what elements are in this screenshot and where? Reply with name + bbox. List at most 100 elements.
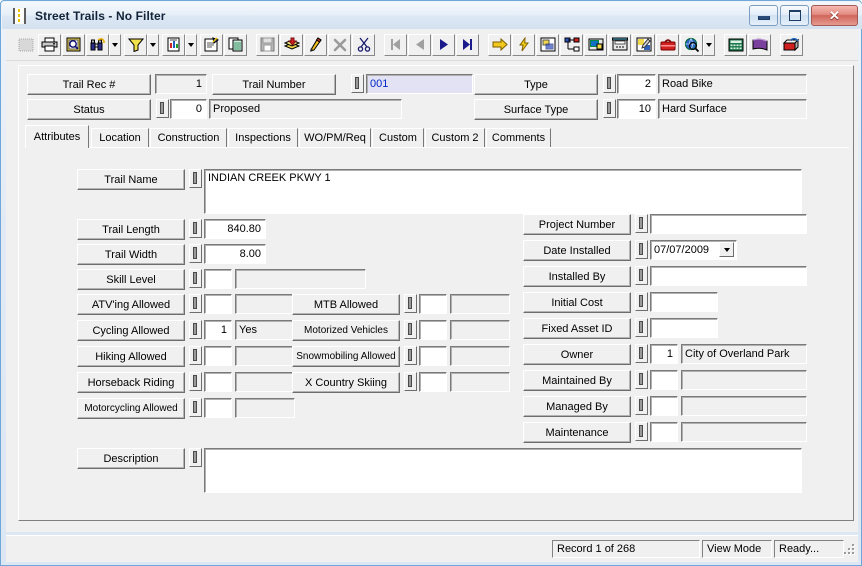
screen-button[interactable]: [584, 33, 607, 56]
tab-inspections[interactable]: Inspections: [228, 128, 298, 147]
maintained-by-lookup-button[interactable]: [635, 370, 648, 389]
date-installed-dropdown-button[interactable]: [719, 242, 734, 257]
motorcycling-allowed-label-button[interactable]: Motorcycling Allowed: [77, 398, 185, 419]
trail-rec-label-button[interactable]: Trail Rec #: [27, 74, 151, 95]
find-button[interactable]: [86, 33, 109, 56]
snowmobiling-allowed-label-button[interactable]: Snowmobiling Allowed: [292, 346, 400, 367]
description-label-button[interactable]: Description: [77, 448, 185, 469]
maintenance-lookup-button[interactable]: [635, 422, 648, 441]
cut-button[interactable]: [352, 33, 375, 56]
description-input[interactable]: [204, 448, 802, 493]
type-code-input[interactable]: 2: [617, 74, 656, 94]
web-search-dropdown-arrow[interactable]: [703, 33, 715, 56]
date-installed-label-button[interactable]: Date Installed: [523, 240, 631, 261]
tab-custom-2[interactable]: Custom 2: [425, 128, 485, 147]
fixed-asset-id-label-button[interactable]: Fixed Asset ID: [523, 318, 631, 339]
properties-button[interactable]: [200, 33, 223, 56]
first-record-button[interactable]: [384, 33, 407, 56]
filter-dropdown-arrow[interactable]: [147, 33, 159, 56]
tab-construction[interactable]: Construction: [150, 128, 227, 147]
cycling-allowed-label-button[interactable]: Cycling Allowed: [77, 320, 185, 341]
filter-button[interactable]: [124, 33, 147, 56]
map-link-button[interactable]: [536, 33, 559, 56]
hiking-allowed-label-button[interactable]: Hiking Allowed: [77, 346, 185, 367]
trail-length-label-button[interactable]: Trail Length: [77, 219, 185, 240]
x-country-skiing-label-button[interactable]: X Country Skiing: [292, 372, 400, 393]
motorized-vehicles-lookup-button[interactable]: [404, 320, 417, 339]
skill-level-lookup-button[interactable]: [189, 269, 202, 288]
hiking-allowed-code-input[interactable]: [204, 346, 232, 366]
edit-record-button[interactable]: [304, 33, 327, 56]
resize-grip[interactable]: [842, 544, 856, 558]
type-label-button[interactable]: Type: [474, 74, 598, 95]
tab-attributes[interactable]: Attributes: [25, 125, 89, 148]
date-installed-lookup-button[interactable]: [635, 240, 648, 259]
trail-name-input[interactable]: INDIAN CREEK PKWY 1: [204, 169, 802, 214]
trail-number-label-button[interactable]: Trail Number: [212, 74, 336, 95]
toolbox-button[interactable]: [656, 33, 679, 56]
save-button[interactable]: [256, 33, 279, 56]
cycling-allowed-code-input[interactable]: 1: [204, 320, 232, 340]
owner-lookup-button[interactable]: [635, 344, 648, 363]
motorized-vehicles-label-button[interactable]: Motorized Vehicles: [292, 320, 400, 341]
atving-allowed-lookup-button[interactable]: [189, 294, 202, 313]
previous-record-button[interactable]: [408, 33, 431, 56]
surface-type-label-button[interactable]: Surface Type: [474, 99, 598, 120]
hierarchy-button[interactable]: [560, 33, 583, 56]
maintained-by-label-button[interactable]: Maintained By: [523, 370, 631, 391]
x-country-skiing-code-input[interactable]: [419, 372, 447, 392]
calculator-button[interactable]: [724, 33, 747, 56]
description-lookup-button[interactable]: [189, 448, 202, 467]
status-lookup-button[interactable]: [156, 99, 169, 118]
tab-custom[interactable]: Custom: [372, 128, 424, 147]
image-button[interactable]: [632, 33, 655, 56]
managed-by-lookup-button[interactable]: [635, 396, 648, 415]
close-button[interactable]: ✕: [811, 5, 858, 26]
snowmobiling-allowed-lookup-button[interactable]: [404, 346, 417, 365]
trail-number-input[interactable]: 001: [366, 74, 473, 94]
managed-by-label-button[interactable]: Managed By: [523, 396, 631, 417]
tab-location[interactable]: Location: [91, 128, 149, 147]
x-country-skiing-lookup-button[interactable]: [404, 372, 417, 391]
copy-record-button[interactable]: [224, 33, 247, 56]
surface-type-lookup-button[interactable]: [603, 99, 616, 118]
web-search-button[interactable]: [680, 33, 703, 56]
hiking-allowed-lookup-button[interactable]: [189, 346, 202, 365]
help-book-button[interactable]: [748, 33, 771, 56]
skill-level-code-input[interactable]: [204, 269, 232, 289]
find-dropdown-arrow[interactable]: [109, 33, 121, 56]
initial-cost-label-button[interactable]: Initial Cost: [523, 292, 631, 313]
installed-by-label-button[interactable]: Installed By: [523, 266, 631, 287]
mtb-allowed-label-button[interactable]: MTB Allowed: [292, 294, 400, 315]
phone-button[interactable]: [608, 33, 631, 56]
maintenance-label-button[interactable]: Maintenance: [523, 422, 631, 443]
initial-cost-lookup-button[interactable]: [635, 292, 648, 311]
mtb-allowed-lookup-button[interactable]: [404, 294, 417, 313]
maintenance-code-input[interactable]: [650, 422, 678, 442]
project-number-input[interactable]: [650, 214, 807, 234]
minimize-button[interactable]: [749, 5, 778, 26]
installed-by-lookup-button[interactable]: [635, 266, 648, 285]
project-number-lookup-button[interactable]: [635, 214, 648, 233]
print-button[interactable]: [38, 33, 61, 56]
horseback-riding-lookup-button[interactable]: [189, 372, 202, 391]
trail-width-input[interactable]: 8.00: [204, 244, 266, 264]
horseback-riding-code-input[interactable]: [204, 372, 232, 392]
select-tool[interactable]: [14, 34, 37, 56]
report-button[interactable]: [162, 33, 185, 56]
trail-width-label-button[interactable]: Trail Width: [77, 244, 185, 265]
project-number-label-button[interactable]: Project Number: [523, 214, 631, 235]
tab-comments[interactable]: Comments: [486, 128, 551, 147]
trail-length-input[interactable]: 840.80: [204, 219, 266, 239]
managed-by-code-input[interactable]: [650, 396, 678, 416]
add-record-button[interactable]: [280, 33, 303, 56]
last-record-button[interactable]: [456, 33, 479, 56]
quick-action-button[interactable]: [512, 33, 535, 56]
trail-width-lookup-button[interactable]: [189, 244, 202, 263]
surface-type-code-input[interactable]: 10: [617, 99, 656, 119]
goto-button[interactable]: [488, 33, 511, 56]
trail-length-lookup-button[interactable]: [189, 219, 202, 238]
motorcycling-allowed-lookup-button[interactable]: [189, 398, 202, 417]
motorized-vehicles-code-input[interactable]: [419, 320, 447, 340]
trail-name-lookup-button[interactable]: [189, 169, 202, 188]
